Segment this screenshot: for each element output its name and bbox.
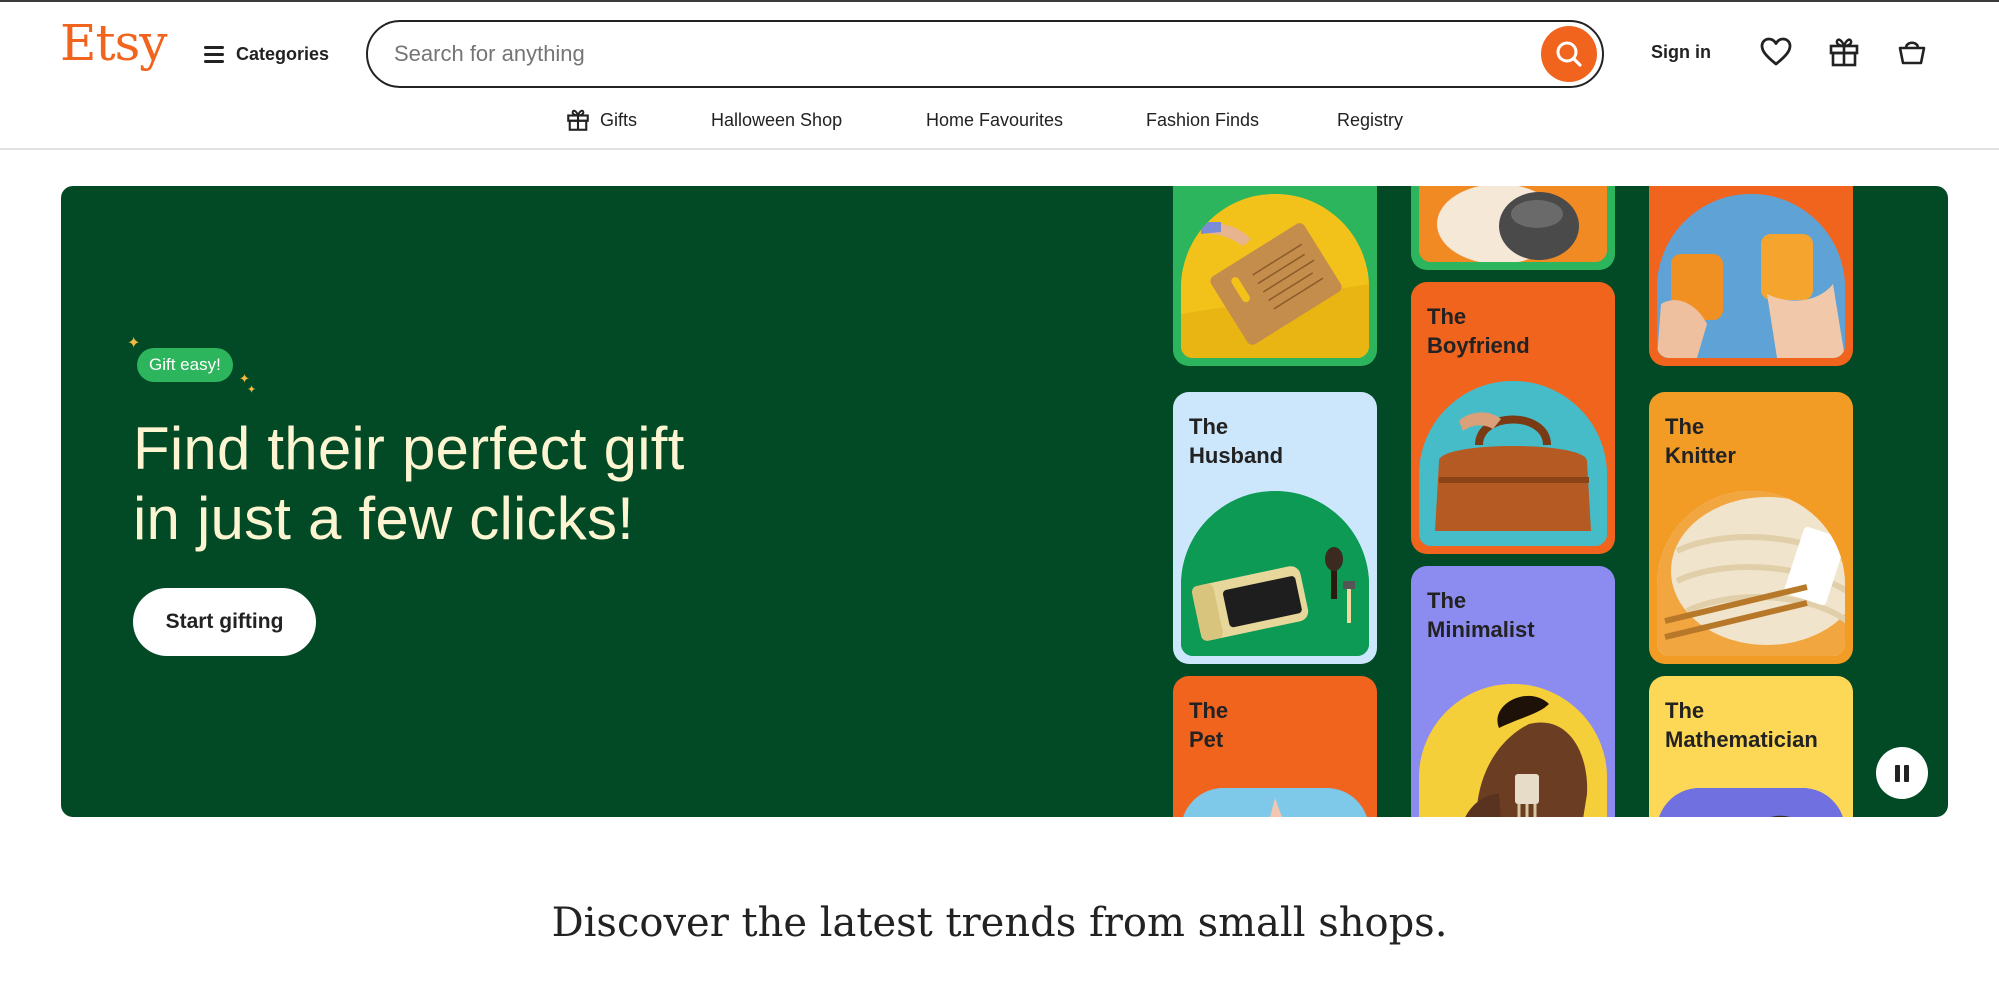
sparkle-icon: ✦	[127, 335, 141, 352]
subnav-gifts-label: Gifts	[600, 109, 638, 130]
gift-card-cutting-board[interactable]	[1173, 186, 1377, 366]
gift-easy-badge: Gift easy!	[137, 348, 233, 382]
search-bar	[366, 20, 1604, 88]
menu-icon	[204, 46, 226, 63]
gift-button[interactable]	[1827, 35, 1861, 69]
toiletry-bag-illustration	[1181, 491, 1369, 656]
favorites-button[interactable]	[1759, 35, 1793, 69]
subnav-halloween-shop[interactable]: Halloween Shop	[711, 106, 842, 134]
sparkle-icon: ✦	[247, 384, 257, 396]
start-gifting-button[interactable]: Start gifting	[133, 588, 316, 656]
search-input[interactable]	[394, 22, 1514, 85]
pause-icon	[1895, 764, 1900, 782]
gift-card-the-knitter[interactable]: The Knitter	[1649, 392, 1853, 664]
product-image-candle	[1419, 186, 1607, 262]
cutting-board-illustration	[1181, 194, 1369, 358]
product-image-pet	[1181, 788, 1369, 817]
yarn-illustration	[1657, 491, 1845, 656]
subnav-gifts[interactable]: Gifts	[566, 106, 637, 134]
gift-card-the-pet[interactable]: The Pet	[1173, 676, 1377, 817]
categories-label: Categories	[236, 43, 330, 64]
card-label-the-minimalist: The Minimalist	[1427, 588, 1535, 642]
hero-title-line-1: Find their perfect gift	[133, 415, 685, 482]
gift-card-the-husband[interactable]: The Husband	[1173, 392, 1377, 664]
site-header: Etsy Categories Sign in	[0, 2, 1999, 150]
product-image-duffel-bag	[1419, 381, 1607, 546]
gift-icon	[567, 109, 589, 131]
subnav-registry[interactable]: Registry	[1337, 106, 1403, 134]
etsy-logo[interactable]: Etsy	[60, 18, 167, 68]
product-image-glasses	[1657, 194, 1845, 358]
duffel-bag-illustration	[1419, 381, 1607, 546]
gift-card-the-boyfriend[interactable]: The Boyfriend	[1411, 282, 1615, 554]
product-image-yarn	[1657, 491, 1845, 656]
hero-title-line-2: in just a few clicks!	[133, 485, 635, 552]
gift-card-the-minimalist[interactable]: The Minimalist	[1411, 566, 1615, 817]
candle-illustration	[1419, 186, 1607, 262]
search-icon	[1556, 41, 1582, 67]
sub-navigation: Gifts Halloween Shop Home Favourites Fas…	[0, 106, 1999, 136]
categories-button[interactable]: Categories	[204, 38, 329, 70]
gift-card-the-mathematician[interactable]: The Mathematician	[1649, 676, 1853, 817]
mathematician-illustration	[1657, 788, 1845, 817]
heart-icon	[1760, 37, 1792, 66]
hero-banner: ✦ ✦ ✦ Gift easy! Find their perfect gift…	[61, 186, 1948, 817]
card-label-the-pet: The Pet	[1189, 698, 1229, 752]
pet-illustration	[1181, 788, 1369, 817]
product-image-toiletry-bag	[1181, 491, 1369, 656]
basket-icon	[1898, 41, 1926, 65]
card-label-the-husband: The Husband	[1189, 414, 1284, 468]
subnav-fashion-finds[interactable]: Fashion Finds	[1146, 106, 1259, 134]
cart-button[interactable]	[1895, 35, 1929, 69]
glasses-illustration	[1657, 194, 1845, 358]
gift-icon	[1829, 38, 1859, 67]
card-label-the-boyfriend: The Boyfriend	[1427, 304, 1530, 358]
gift-card-glasses[interactable]	[1649, 186, 1853, 366]
product-image-mathematician	[1657, 788, 1845, 817]
discover-heading: Discover the latest trends from small sh…	[551, 900, 1448, 946]
sign-in-link[interactable]: Sign in	[1651, 42, 1711, 63]
card-label-the-mathematician: The Mathematician	[1665, 698, 1818, 752]
subnav-home-favourites[interactable]: Home Favourites	[926, 106, 1063, 134]
product-image-earrings	[1419, 684, 1607, 817]
earrings-illustration	[1419, 684, 1607, 817]
pause-carousel-button[interactable]	[1876, 747, 1928, 799]
gift-card-candle[interactable]	[1411, 186, 1615, 270]
search-button[interactable]	[1541, 26, 1597, 82]
pause-icon-bar	[1904, 764, 1909, 782]
hero-title: Find their perfect gift in just a few cl…	[133, 414, 853, 554]
card-label-the-knitter: The Knitter	[1665, 414, 1736, 468]
product-image-cutting-board	[1181, 194, 1369, 358]
